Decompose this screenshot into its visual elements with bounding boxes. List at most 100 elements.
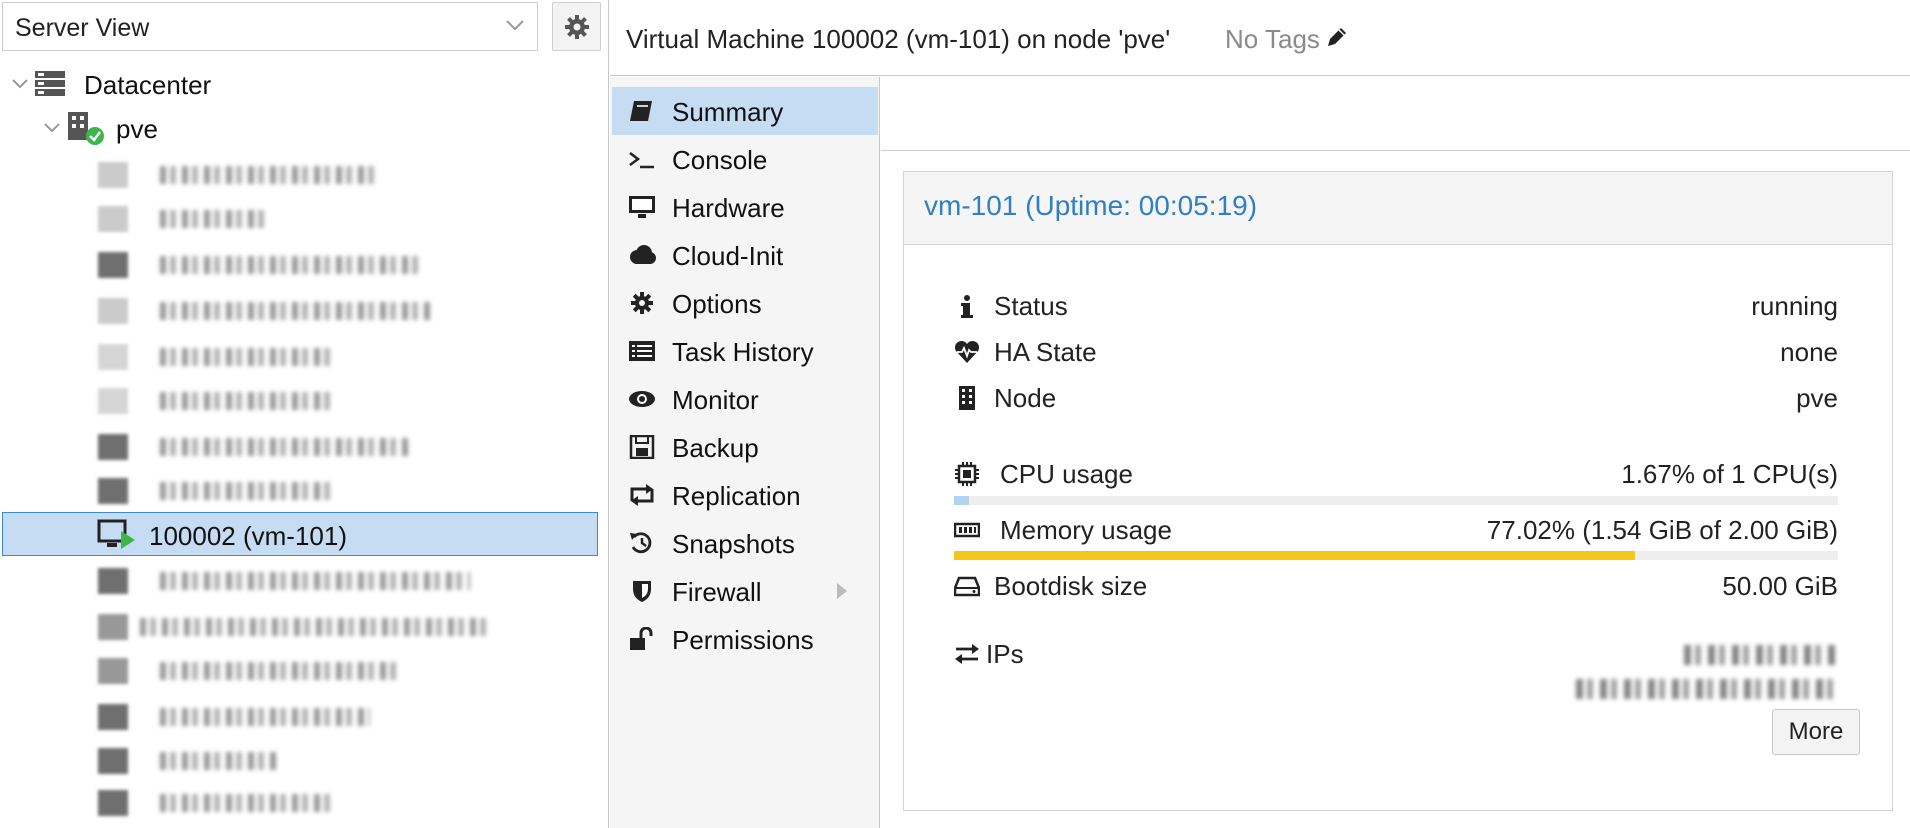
- chevron-down-icon[interactable]: [42, 120, 62, 136]
- storage-icon: [98, 704, 128, 730]
- vm-running-icon: [97, 519, 135, 549]
- vm-icon: [98, 298, 128, 324]
- node-online-icon: [68, 112, 104, 145]
- redacted-ip-address: [1684, 645, 1838, 665]
- container-icon: [98, 388, 128, 414]
- status-value: running: [1751, 291, 1838, 321]
- tree-item-guest[interactable]: [0, 334, 598, 378]
- container-icon: [98, 344, 128, 370]
- vm-running-icon: [98, 252, 128, 278]
- vm-navigation: Summary Console Hardware Cloud-Init Opti…: [610, 77, 880, 828]
- nav-item-label: Summary: [672, 97, 784, 127]
- tree-item-guest[interactable]: [0, 288, 598, 332]
- tree-item-guest[interactable]: [0, 468, 598, 512]
- nav-item-backup[interactable]: Backup: [612, 423, 878, 471]
- resource-tree-pane: Server View Datacenter pve 100002 (vm-10…: [0, 0, 609, 828]
- cpu-icon: [955, 462, 979, 486]
- more-ips-button[interactable]: More: [1772, 709, 1860, 755]
- nav-item-monitor[interactable]: Monitor: [612, 375, 878, 423]
- memory-usage-bar: [954, 551, 1838, 560]
- memory-usage-bar-fill: [954, 551, 1635, 560]
- ha-state-label: HA State: [994, 337, 1097, 367]
- tree-item-guest[interactable]: [0, 648, 598, 692]
- nav-item-firewall[interactable]: Firewall: [612, 567, 878, 615]
- redacted-label: [160, 438, 410, 456]
- shield-icon: [633, 581, 651, 602]
- nav-item-label: Permissions: [672, 625, 814, 655]
- server-stack-icon: [35, 71, 65, 96]
- eye-icon: [629, 391, 655, 407]
- vm-icon: [98, 658, 128, 684]
- nav-item-options[interactable]: Options: [612, 279, 878, 327]
- hdd-icon: [954, 576, 980, 597]
- node-value: pve: [1796, 383, 1838, 413]
- redacted-label: [160, 572, 470, 590]
- ha-state-row: HA State none: [954, 335, 1838, 369]
- tree-item-guest[interactable]: [0, 738, 598, 782]
- redacted-label: [160, 482, 330, 500]
- nav-item-snapshots[interactable]: Snapshots: [612, 519, 878, 567]
- content-header: Virtual Machine 100002 (vm-101) on node …: [610, 0, 1910, 76]
- nav-item-task-history[interactable]: Task History: [612, 327, 878, 375]
- chevron-down-icon[interactable]: [10, 76, 30, 92]
- node-row: Node pve: [954, 381, 1838, 415]
- ha-state-value: none: [1780, 337, 1838, 367]
- tree-item-node-pve[interactable]: pve: [0, 106, 598, 150]
- pencil-icon[interactable]: [1325, 25, 1349, 49]
- tree-item-guest[interactable]: [0, 424, 598, 468]
- bootdisk-label: Bootdisk size: [994, 571, 1148, 601]
- summary-content: vm-101 (Uptime: 00:05:19) Status running…: [881, 77, 1910, 828]
- nav-item-label: Backup: [672, 433, 759, 463]
- redacted-label: [160, 166, 380, 184]
- redacted-label: [160, 392, 330, 410]
- cpu-usage-bar: [954, 496, 1838, 505]
- tree-item-label: Datacenter: [84, 70, 212, 100]
- memory-icon: [954, 522, 980, 538]
- vm-running-icon: [98, 568, 128, 594]
- nav-item-hardware[interactable]: Hardware: [612, 183, 878, 231]
- storage-icon: [98, 790, 128, 816]
- tree-settings-button[interactable]: [552, 2, 601, 51]
- tree-item-datacenter[interactable]: Datacenter: [0, 62, 598, 106]
- nav-item-summary[interactable]: Summary: [612, 87, 878, 135]
- nav-item-cloud-init[interactable]: Cloud-Init: [612, 231, 878, 279]
- container-running-icon: [98, 434, 128, 460]
- cpu-value: 1.67% of 1 CPU(s): [1621, 459, 1838, 489]
- memory-label: Memory usage: [1000, 515, 1172, 545]
- terminal-icon: [629, 152, 654, 169]
- redacted-label: [160, 708, 370, 726]
- nav-item-label: Firewall: [672, 577, 762, 607]
- tree-item-guest[interactable]: [0, 604, 598, 648]
- tree-item-guest[interactable]: [0, 780, 598, 824]
- nav-item-replication[interactable]: Replication: [612, 471, 878, 519]
- view-selector-value: Server View: [15, 14, 150, 42]
- tree-item-guest[interactable]: [0, 694, 598, 738]
- cpu-usage-bar-fill: [954, 496, 969, 505]
- status-panel-body: Status running HA State none Node pve CP…: [904, 244, 1892, 810]
- tree-item-label: 100002 (vm-101): [149, 521, 347, 551]
- view-selector[interactable]: Server View: [2, 2, 538, 51]
- memory-row: Memory usage 77.02% (1.54 GiB of 2.00 Gi…: [954, 513, 1838, 547]
- bootdisk-row: Bootdisk size 50.00 GiB: [954, 569, 1838, 603]
- tree-item-guest[interactable]: [0, 378, 598, 422]
- tree-item-guest[interactable]: [0, 242, 598, 286]
- heartbeat-icon: [954, 340, 980, 363]
- node-label: Node: [994, 383, 1057, 413]
- tree-item-guest[interactable]: [0, 196, 598, 240]
- gear-icon: [565, 15, 589, 39]
- status-label: Status: [994, 291, 1068, 321]
- nav-item-permissions[interactable]: Permissions: [612, 615, 878, 663]
- nav-item-label: Monitor: [672, 385, 759, 415]
- ips-label: IPs: [986, 639, 1024, 669]
- nav-item-console[interactable]: Console: [612, 135, 878, 183]
- monitor-icon: [629, 196, 655, 218]
- nav-item-label: Hardware: [672, 193, 785, 223]
- tree-item-guest[interactable]: [0, 152, 598, 196]
- page-title: Virtual Machine 100002 (vm-101) on node …: [626, 24, 1171, 54]
- tree-item-vm-selected[interactable]: 100002 (vm-101): [2, 512, 598, 556]
- nav-item-label: Options: [672, 289, 762, 319]
- caret-right-icon[interactable]: [836, 583, 848, 599]
- vm-icon: [98, 162, 128, 188]
- tree-item-guest[interactable]: [0, 558, 598, 602]
- nav-item-label: Snapshots: [672, 529, 795, 559]
